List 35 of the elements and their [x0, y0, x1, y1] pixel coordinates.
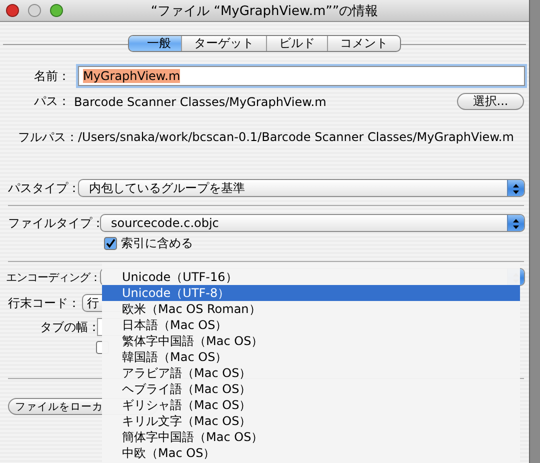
tab[interactable]: コメント — [327, 36, 400, 51]
menu-item[interactable]: ヘブライ語（Mac OS） — [102, 381, 520, 397]
menu-item[interactable]: アラビア語（Mac OS） — [102, 365, 520, 381]
menu-item[interactable]: 韓国語（Mac OS） — [102, 349, 520, 365]
menu-item[interactable]: 簡体字中国語（Mac OS） — [102, 429, 520, 445]
menu-item[interactable]: 欧米（Mac OS Roman） — [102, 301, 520, 317]
menu-item[interactable]: 繁体字中国語（Mac OS） — [102, 333, 520, 349]
field-label: ファイルタイプ： — [7, 214, 100, 232]
input-field[interactable]: MyGraphView.m — [78, 66, 525, 86]
menu-item[interactable]: Unicode（UTF-16） — [102, 269, 520, 285]
field-label: エンコーディング： — [5, 270, 100, 284]
field-label: パスタイプ： — [7, 180, 78, 196]
popup-button[interactable]: 内包しているグループを基準 — [78, 179, 525, 197]
menu-item[interactable]: 中欧（Mac OS） — [102, 445, 520, 461]
popup-button[interactable]: sourcecode.c.objc — [100, 214, 525, 232]
choose-button[interactable]: 選択... — [457, 93, 524, 110]
path-text: Barcode Scanner Classes/MyGraphView.m — [74, 94, 326, 108]
field-label: パス： — [33, 93, 71, 110]
minimize-button[interactable] — [28, 4, 41, 17]
checkbox[interactable] — [104, 236, 117, 250]
tab[interactable]: ターゲット — [181, 36, 266, 51]
field-label: タブの幅： — [39, 318, 97, 336]
full-path-text: /Users/snaka/work/bcscan-0.1/Barcode Scanner Classes/MyGraphView.m — [78, 130, 514, 144]
zoom-button[interactable] — [50, 4, 63, 17]
field-label: フルパス： — [17, 128, 78, 146]
checkbox-label: 索引に含める — [121, 234, 193, 252]
menu-item[interactable]: 日本語（Mac OS） — [102, 317, 520, 333]
tab[interactable]: 一般 — [129, 36, 181, 51]
close-button[interactable] — [6, 4, 19, 17]
field-label: 行末コード： — [7, 294, 81, 312]
menu-item[interactable]: キリル文字（Mac OS） — [102, 413, 520, 429]
window-title: “ファイル “MyGraphView.m””の情報 — [150, 4, 378, 18]
tab[interactable]: ビルド — [266, 36, 327, 51]
field-label: 名前： — [33, 68, 71, 84]
menu-item[interactable]: Unicode（UTF-8） — [102, 285, 520, 301]
